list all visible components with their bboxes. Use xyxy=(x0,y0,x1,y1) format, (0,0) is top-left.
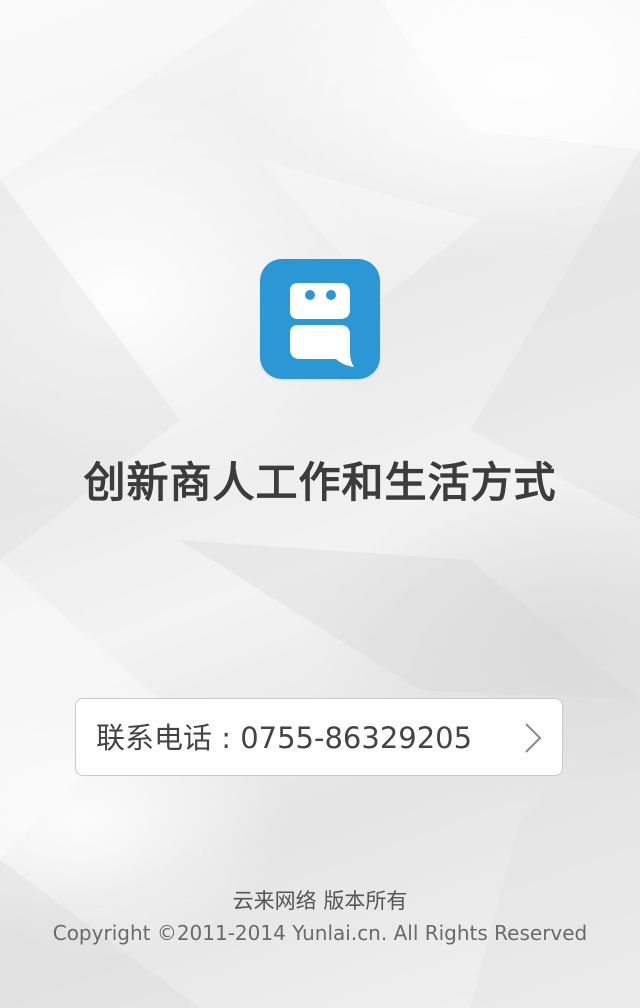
chevron-right-icon xyxy=(525,723,542,753)
contact-phone-button[interactable]: 联系电话 : 0755-86329205 xyxy=(75,698,563,776)
footer-company: 云来网络 版本所有 xyxy=(232,889,408,913)
contact-phone-label: 联系电话 : 0755-86329205 xyxy=(96,721,473,755)
slogan-title: 创新商人工作和生活方式 xyxy=(83,458,557,507)
footer-copyright: Copyright ©2011-2014 Yunlai.cn. All Righ… xyxy=(52,921,588,945)
app-logo-icon xyxy=(260,259,380,379)
